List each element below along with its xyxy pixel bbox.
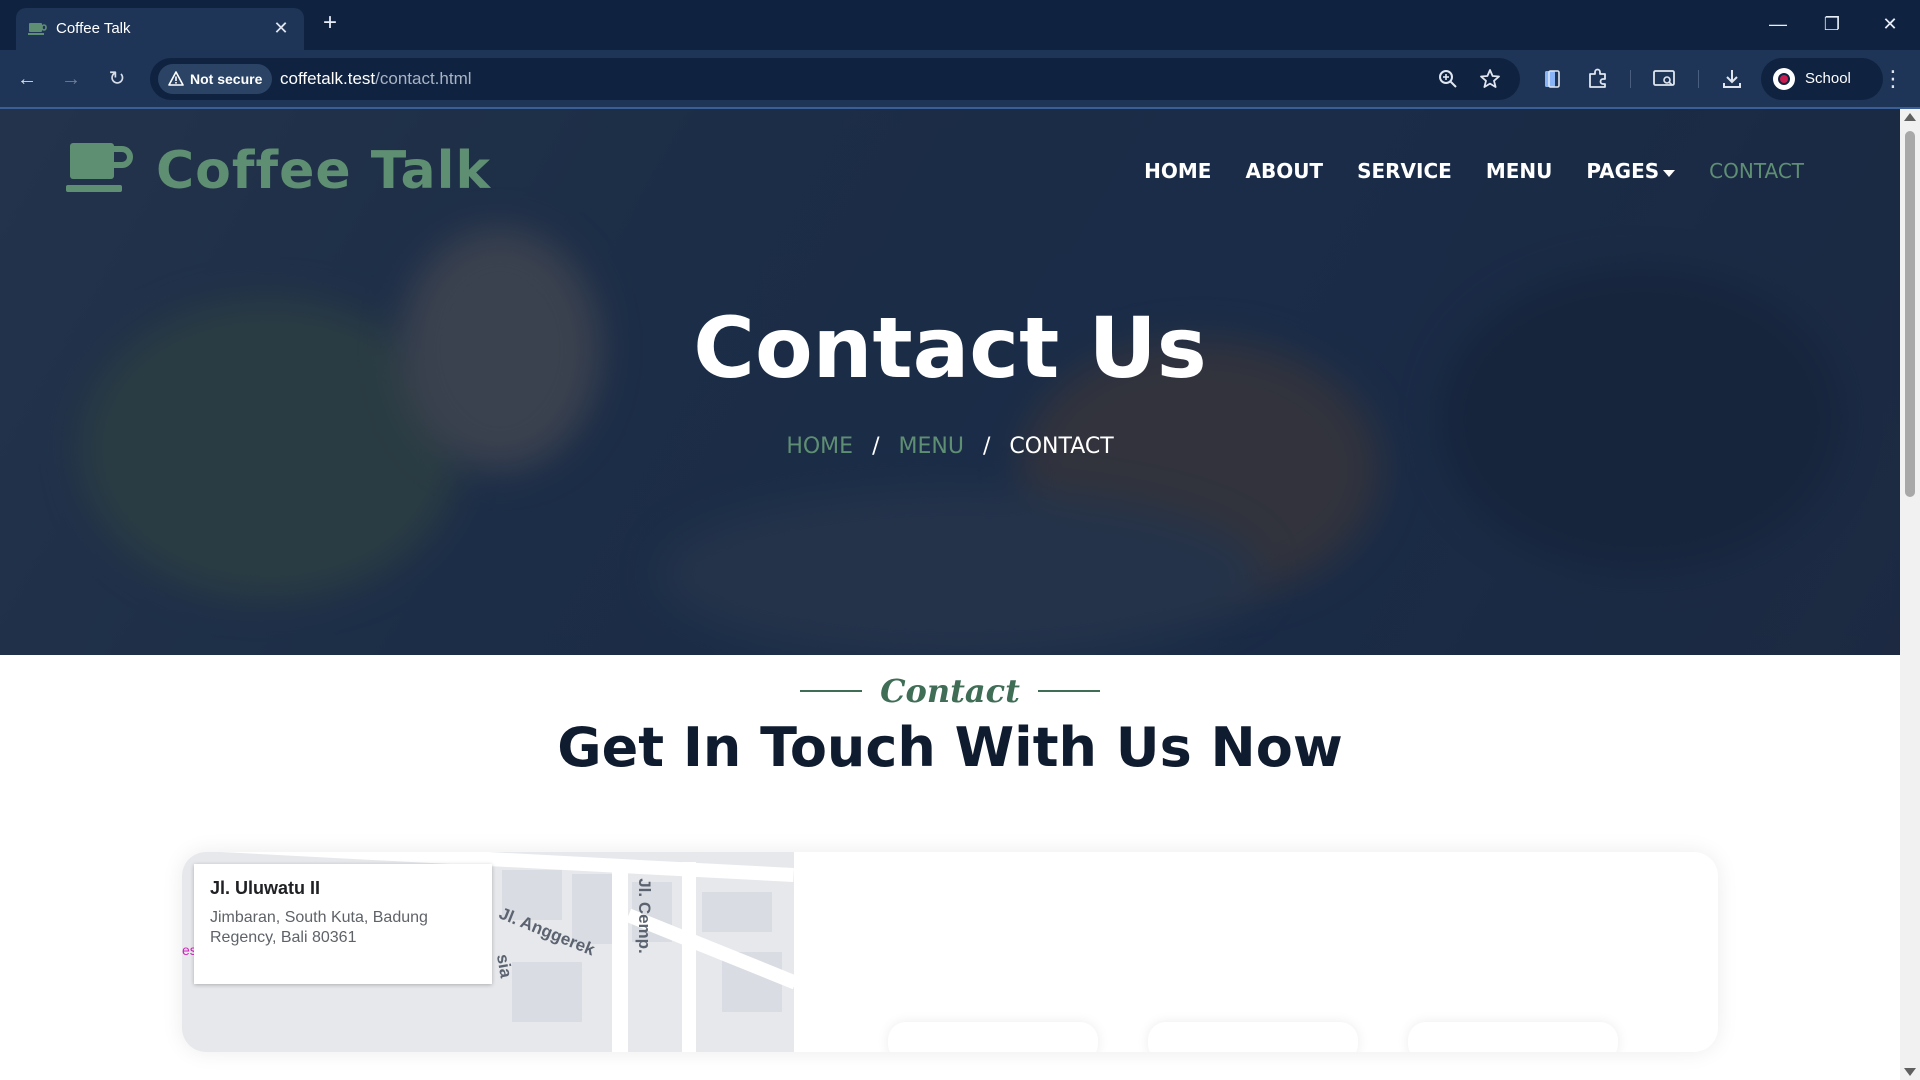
map-street-label: sia (492, 952, 516, 980)
toolbar-separator (1630, 70, 1631, 88)
forward-icon[interactable]: → (56, 64, 86, 94)
page-scrollbar[interactable] (1900, 109, 1920, 1080)
map-street (682, 862, 696, 1052)
map-place-name: Jl. Uluwatu II (210, 878, 321, 898)
map-place-card[interactable]: Jl. Uluwatu II Jimbaran, South Kuta, Bad… (194, 864, 492, 984)
coffee-cup-icon (28, 23, 47, 35)
section-tag: Contact (0, 672, 1900, 710)
nav-contact[interactable]: CONTACT (1709, 159, 1804, 183)
map-block (702, 892, 772, 932)
map-street (612, 862, 628, 1052)
security-label: Not secure (190, 71, 263, 87)
url-path: /contact.html (375, 69, 472, 88)
url-host: coffetalk.test (280, 69, 376, 88)
browser-tab[interactable]: Coffee Talk ✕ (16, 8, 304, 50)
page-viewport: Coffee Talk HOME ABOUT SERVICE MENU PAGE… (0, 109, 1900, 1080)
map-place-address: Jimbaran, South Kuta, Badung Regency, Ba… (210, 909, 428, 946)
extensions-icon[interactable] (1584, 65, 1612, 93)
breadcrumb-current: CONTACT (1009, 434, 1114, 459)
section-tag-text: Contact (880, 672, 1020, 710)
profile-avatar-icon (1773, 68, 1795, 90)
download-icon[interactable] (1718, 65, 1746, 93)
section-title: Get In Touch With Us Now (557, 716, 1343, 779)
coffee-cup-icon (66, 143, 133, 192)
hero-banner: Coffee Talk HOME ABOUT SERVICE MENU PAGE… (0, 109, 1900, 655)
nav-about[interactable]: ABOUT (1245, 159, 1323, 183)
reload-icon[interactable]: ↻ (102, 64, 132, 94)
tag-line-right (1038, 690, 1101, 692)
map-street-label: Jl. Cemp. (634, 878, 654, 954)
toolbar-separator (1698, 70, 1699, 88)
close-tab-icon[interactable]: ✕ (270, 17, 292, 39)
main-nav: HOME ABOUT SERVICE MENU PAGES CONTACT (1144, 159, 1804, 183)
zoom-icon[interactable] (1436, 67, 1460, 91)
url-text[interactable]: coffetalk.test/contact.html (280, 69, 472, 89)
breadcrumb-separator: / (982, 434, 991, 459)
nav-menu[interactable]: MENU (1486, 159, 1553, 183)
scroll-down-icon[interactable] (1904, 1068, 1916, 1076)
nav-home[interactable]: HOME (1144, 159, 1211, 183)
minimize-icon[interactable]: — (1758, 10, 1798, 38)
caret-down-icon (1663, 170, 1676, 178)
nav-pages-dropdown[interactable]: PAGES (1586, 159, 1676, 183)
embedded-map[interactable]: Jl. Anggerek Jl. Cemp. sia es Jl. Uluwat… (182, 852, 794, 1052)
breadcrumb-menu[interactable]: MENU (898, 434, 963, 459)
nav-service[interactable]: SERVICE (1357, 159, 1452, 183)
tab-title: Coffee Talk (56, 20, 131, 37)
contact-card: Jl. Anggerek Jl. Cemp. sia es Jl. Uluwat… (182, 852, 1718, 1052)
restore-icon[interactable]: ❐ (1812, 10, 1852, 38)
contact-info-item (1148, 1022, 1358, 1052)
scroll-thumb[interactable] (1905, 131, 1915, 497)
profile-button[interactable]: School (1761, 58, 1883, 100)
browser-menu-icon[interactable]: ⋮ (1880, 66, 1906, 92)
address-bar[interactable]: Not secure coffetalk.test/contact.html (150, 58, 1520, 100)
browser-toolbar: ← → ↻ Not secure coffetalk.test/contact.… (0, 50, 1920, 108)
breadcrumb-separator: / (872, 434, 880, 459)
page-title: Contact Us (693, 299, 1207, 397)
tag-line-left (799, 690, 862, 692)
contact-info-item (888, 1022, 1098, 1052)
new-tab-icon[interactable]: + (318, 11, 342, 36)
breadcrumb-home[interactable]: HOME (786, 434, 853, 459)
security-chip[interactable]: Not secure (158, 64, 273, 94)
close-window-icon[interactable]: ✕ (1870, 10, 1910, 38)
bookmark-star-icon[interactable] (1478, 67, 1502, 91)
map-block (512, 962, 582, 1022)
profile-label: School (1805, 70, 1851, 87)
brand-name: Coffee Talk (156, 141, 492, 201)
warning-icon (168, 71, 184, 86)
reading-list-icon[interactable] (1538, 65, 1566, 93)
scroll-up-icon[interactable] (1904, 113, 1916, 121)
back-icon[interactable]: ← (12, 64, 42, 94)
screen-search-icon[interactable] (1650, 65, 1678, 93)
breadcrumb: HOME / MENU / CONTACT (0, 434, 1900, 459)
browser-titlebar: Coffee Talk ✕ + — ❐ ✕ (0, 0, 1920, 50)
contact-info-item (1408, 1022, 1618, 1052)
nav-pages[interactable]: PAGES (1586, 159, 1659, 183)
